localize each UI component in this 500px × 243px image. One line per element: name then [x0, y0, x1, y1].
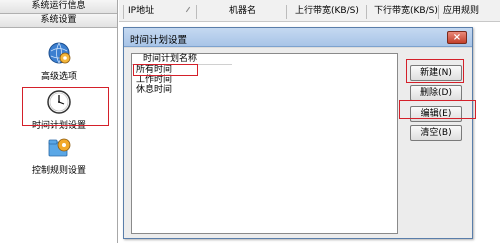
list-item[interactable]: 工作时间 [132, 75, 397, 85]
gear-globe-icon [48, 42, 71, 64]
gear-folder-icon [48, 138, 71, 157]
sidebar-item-advanced-options[interactable]: 高级选项 [0, 40, 118, 82]
sidebar-item-label: 控制规则设置 [31, 166, 86, 176]
delete-button[interactable]: 删除(D) [410, 85, 462, 101]
close-button[interactable]: × [447, 31, 467, 44]
list-item[interactable]: 休息时间 [132, 85, 397, 95]
highlight-box-all-time [133, 64, 198, 76]
sidebar-header-system-settings[interactable]: 系统设置 [0, 14, 117, 28]
dialog-title: 时间计划设置 [130, 35, 188, 46]
highlight-box-edit [399, 100, 476, 119]
highlight-box-time-schedule [22, 87, 109, 126]
highlight-box-new [406, 59, 464, 83]
dialog-title-bar[interactable]: 时间计划设置 × [124, 28, 472, 47]
close-icon: × [452, 32, 462, 43]
column-upload-bandwidth[interactable]: 上行带宽(KB/S) [287, 5, 367, 19]
column-app-rule[interactable]: 应用规则 [439, 5, 500, 19]
column-download-bandwidth[interactable]: 下行带宽(KB/S) [367, 5, 439, 19]
sidebar-header-runtime-info[interactable]: 系统运行信息 [0, 0, 117, 14]
column-machine-name[interactable]: 机器名 [197, 5, 287, 19]
sidebar-item-control-rules[interactable]: 控制规则设置 [0, 136, 118, 176]
clear-button[interactable]: 清空(B) [410, 125, 462, 141]
sidebar-item-label: 高级选项 [40, 72, 77, 82]
schedule-list[interactable]: 时间计划名称 所有时间 工作时间 休息时间 [131, 53, 398, 234]
device-table-header: IP地址 机器名 上行带宽(KB/S) 下行带宽(KB/S) 应用规则 [119, 0, 500, 22]
